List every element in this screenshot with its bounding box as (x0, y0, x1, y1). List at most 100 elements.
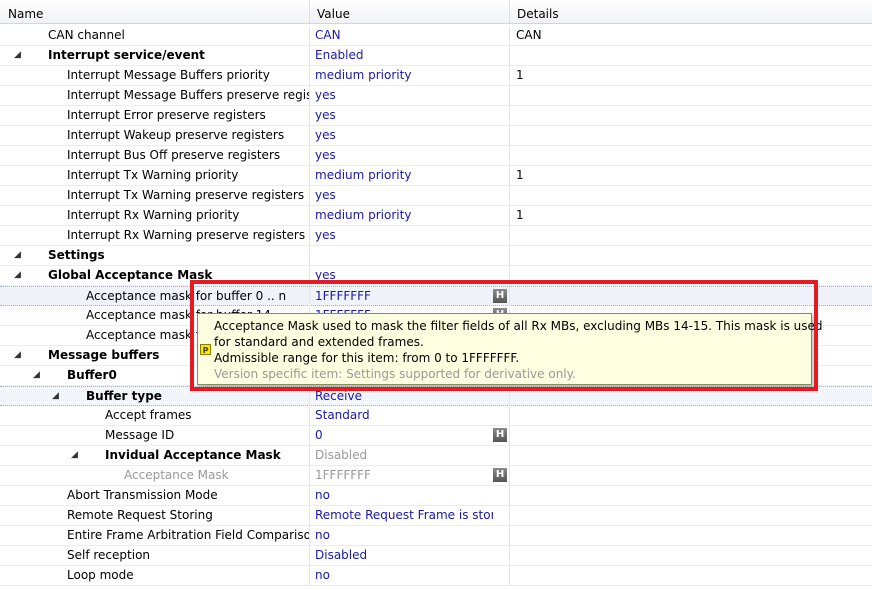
row-value[interactable]: yes (315, 106, 493, 125)
tree-row[interactable]: ◢ Global Acceptance Mask yes (0, 266, 872, 286)
tree-row[interactable]: CAN channel CAN CAN (0, 26, 872, 46)
tree-row[interactable]: Message ID 0 H (0, 426, 872, 446)
column-divider (509, 526, 510, 546)
tree-row[interactable]: Interrupt Message Buffers priority medium… (0, 66, 872, 86)
row-details (516, 186, 866, 205)
row-value[interactable]: yes (315, 266, 493, 285)
column-divider (509, 387, 510, 407)
row-details (516, 287, 866, 306)
tree-row[interactable]: Entire Frame Arbitration Field Compariso… (0, 526, 872, 546)
row-value[interactable]: 0 (315, 426, 493, 445)
expanded-triangle-icon[interactable]: ◢ (14, 346, 24, 365)
h-button-icon[interactable]: H (493, 289, 507, 303)
tree-row[interactable]: Interrupt Tx Warning preserve registers y… (0, 186, 872, 206)
tree-row[interactable]: Interrupt Bus Off preserve registers yes (0, 146, 872, 166)
column-header: Name Value Details (0, 0, 872, 24)
row-value[interactable]: yes (315, 226, 493, 245)
tree-row[interactable]: ◢ Invidual Acceptance Mask Disabled (0, 446, 872, 466)
column-divider (309, 86, 310, 106)
property-tree: CAN channel CAN CAN ◢ Interrupt service/even… (0, 26, 872, 586)
row-details: 1 (516, 68, 524, 82)
expanded-triangle-icon[interactable]: ◢ (52, 387, 62, 406)
tree-row[interactable]: Interrupt Rx Warning priority medium prio… (0, 206, 872, 226)
row-value[interactable]: 1FFFFFFF (315, 466, 493, 485)
row-value[interactable]: Receive (315, 387, 493, 406)
column-divider (309, 406, 310, 426)
tooltip-line-version: Version specific item: Settings supporte… (214, 367, 576, 381)
row-name: Global Acceptance Mask (48, 268, 213, 282)
column-divider (509, 446, 510, 466)
row-value[interactable]: yes (315, 126, 493, 145)
row-value[interactable]: no (315, 526, 493, 545)
expanded-triangle-icon[interactable]: ◢ (14, 246, 24, 265)
row-name: Invidual Acceptance Mask (105, 448, 281, 462)
tree-row[interactable]: Self reception Disabled (0, 546, 872, 566)
tree-row[interactable]: Interrupt Message Buffers preserve regis… (0, 86, 872, 106)
tree-row[interactable]: Interrupt Error preserve registers yes (0, 106, 872, 126)
row-value[interactable]: CAN (315, 26, 493, 45)
row-name: Interrupt Tx Warning priority (67, 168, 239, 182)
row-value[interactable]: Enabled (315, 46, 493, 65)
column-divider (309, 466, 310, 486)
column-divider (309, 266, 310, 286)
row-value[interactable]: no (315, 566, 493, 585)
tree-row[interactable]: Accept frames Standard (0, 406, 872, 426)
tooltip-line-range: Admissible range for this item: from 0 t… (214, 351, 520, 365)
column-divider (309, 66, 310, 86)
row-value[interactable]: yes (315, 86, 493, 105)
tooltip-line-description-cont: for standard and extended frames. (214, 335, 424, 349)
column-divider (309, 106, 310, 126)
row-value[interactable]: medium priority (315, 206, 493, 225)
column-divider (509, 287, 510, 307)
column-divider (309, 46, 310, 66)
column-details-header[interactable]: Details (509, 0, 872, 23)
expanded-triangle-icon[interactable]: ◢ (71, 446, 81, 465)
tree-row[interactable]: ◢ Settings (0, 246, 872, 266)
row-value[interactable]: Remote Request Frame is stored (315, 506, 493, 525)
row-value[interactable]: medium priority (315, 166, 493, 185)
column-divider (309, 186, 310, 206)
tree-row[interactable]: Interrupt Tx Warning priority medium prio… (0, 166, 872, 186)
row-details (516, 466, 866, 485)
row-value[interactable]: yes (315, 186, 493, 205)
column-divider (309, 126, 310, 146)
column-value-header[interactable]: Value (309, 0, 509, 23)
h-button-icon[interactable]: H (493, 468, 507, 482)
row-name: Interrupt Error preserve registers (67, 108, 266, 122)
tree-row[interactable]: Loop mode no (0, 566, 872, 586)
tree-row[interactable]: Interrupt Wakeup preserve registers yes (0, 126, 872, 146)
tree-row[interactable]: ◢ Buffer type Receive (0, 386, 872, 407)
expanded-triangle-icon[interactable]: ◢ (14, 266, 24, 285)
row-value[interactable]: 1FFFFFFF (315, 287, 493, 306)
row-name: Interrupt Bus Off preserve registers (67, 148, 281, 162)
expanded-triangle-icon[interactable]: ◢ (33, 366, 43, 385)
tree-row[interactable]: Acceptance mask for buffer 0 .. n 1FFFFFF… (0, 286, 872, 307)
column-divider (509, 166, 510, 186)
row-name: Self reception (67, 548, 151, 562)
row-value[interactable]: Disabled (315, 546, 493, 565)
row-name: Interrupt Message Buffers priority (67, 68, 270, 82)
expanded-triangle-icon[interactable]: ◢ (14, 46, 24, 65)
row-name: Acceptance Mask (124, 468, 229, 482)
tree-row[interactable]: Remote Request Storing Remote Request Fra… (0, 506, 872, 526)
row-value[interactable]: Disabled (315, 446, 493, 465)
row-details (516, 406, 866, 425)
row-name: Interrupt Rx Warning preserve registers (67, 228, 306, 242)
column-divider (509, 206, 510, 226)
row-value[interactable]: yes (315, 146, 493, 165)
tree-row[interactable]: ◢ Interrupt service/event Enabled (0, 46, 872, 66)
row-details (516, 86, 866, 105)
row-value[interactable]: no (315, 486, 493, 505)
row-name: Entire Frame Arbitration Field Compariso… (67, 528, 309, 542)
row-value[interactable]: Standard (315, 406, 493, 425)
tree-row[interactable]: Interrupt Rx Warning preserve registers y… (0, 226, 872, 246)
row-value[interactable] (315, 246, 493, 265)
column-divider (309, 206, 310, 226)
row-name: Interrupt Rx Warning priority (67, 208, 240, 222)
row-value[interactable]: medium priority (315, 66, 493, 85)
tree-row[interactable]: Acceptance Mask 1FFFFFFF H (0, 466, 872, 486)
column-name-header[interactable]: Name (0, 0, 309, 23)
row-name: Settings (48, 248, 105, 262)
tree-row[interactable]: Abort Transmission Mode no (0, 486, 872, 506)
h-button-icon[interactable]: H (493, 428, 507, 442)
